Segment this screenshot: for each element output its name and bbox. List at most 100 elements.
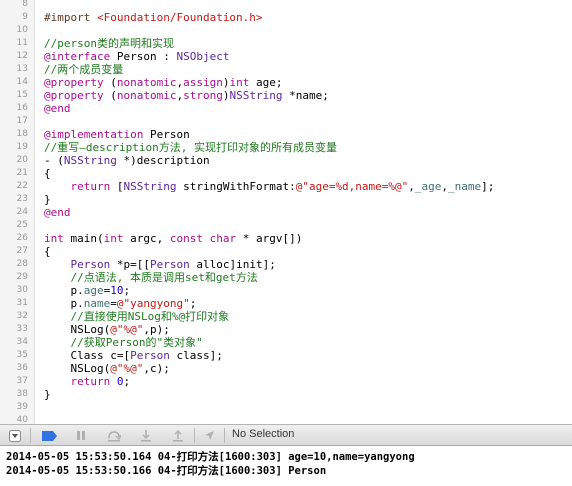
pause-icon[interactable] bbox=[74, 429, 88, 442]
code-token: @interface bbox=[44, 50, 111, 63]
code-line[interactable]: 22 return [NSString stringWithFormat:@"a… bbox=[0, 180, 572, 193]
code-line[interactable]: 25 bbox=[0, 219, 572, 232]
code-token: return bbox=[70, 375, 111, 388]
console-line: 2014-05-05 15:53:50.164 04-打印方法[1600:303… bbox=[6, 451, 415, 463]
console-line: 2014-05-05 15:53:50.166 04-打印方法[1600:303… bbox=[6, 465, 327, 477]
code-token: int bbox=[229, 76, 250, 89]
code-line[interactable]: 27 { bbox=[0, 245, 572, 258]
code-token: //直接使用NSLog和%@打印对象 bbox=[44, 310, 230, 323]
toolbar-separator bbox=[194, 428, 195, 443]
code-line[interactable]: 29 //点语法, 本质是调用set和get方法 bbox=[0, 271, 572, 284]
line-number: 10 bbox=[16, 25, 28, 35]
code-line[interactable]: 10 bbox=[0, 24, 572, 37]
code-token: ,p); bbox=[143, 323, 170, 336]
code-text: return [NSString stringWithFormat:@"age=… bbox=[44, 180, 495, 193]
code-token: const bbox=[169, 232, 203, 245]
code-token: ( bbox=[103, 89, 117, 102]
code-text: @interface Person : NSObject bbox=[44, 50, 229, 63]
code-token: _name bbox=[448, 180, 482, 193]
code-token: @property bbox=[44, 89, 104, 102]
line-number: 39 bbox=[16, 402, 28, 412]
code-line[interactable]: 36 NSLog(@"%@",c); bbox=[0, 362, 572, 375]
code-line[interactable]: 33 NSLog(@"%@",p); bbox=[0, 323, 572, 336]
code-line[interactable]: 26 int main(int argc, const char * argv[]… bbox=[0, 232, 572, 245]
code-token: @"%@" bbox=[110, 323, 144, 336]
code-line[interactable]: 18 @implementation Person bbox=[0, 128, 572, 141]
code-token: NSString bbox=[229, 89, 283, 102]
code-text: //直接使用NSLog和%@打印对象 bbox=[44, 310, 229, 323]
code-line[interactable]: 8 bbox=[0, 0, 572, 11]
code-text: //点语法, 本质是调用set和get方法 bbox=[44, 271, 258, 284]
code-line[interactable]: 11 //person类的声明和实现 bbox=[0, 37, 572, 50]
line-number: 37 bbox=[16, 376, 28, 386]
code-line[interactable]: 14 @property (nonatomic,assign)int age; bbox=[0, 76, 572, 89]
code-token: p. bbox=[44, 297, 84, 310]
code-token: assign bbox=[183, 76, 223, 89]
code-line[interactable]: 30 p.age=10; bbox=[0, 284, 572, 297]
code-token: * argv[]) bbox=[236, 232, 303, 245]
code-token: Person : bbox=[110, 50, 177, 63]
code-line[interactable]: 17 bbox=[0, 115, 572, 128]
code-text: p.age=10; bbox=[44, 284, 130, 297]
code-token: stringWithFormat: bbox=[176, 180, 296, 193]
code-token: p. bbox=[44, 284, 84, 297]
code-text: } bbox=[44, 388, 51, 401]
location-icon[interactable] bbox=[202, 429, 216, 442]
code-line[interactable]: 12 @interface Person : NSObject bbox=[0, 50, 572, 63]
code-text: p.name=@"yangyong"; bbox=[44, 297, 196, 310]
code-line[interactable]: 38} bbox=[0, 388, 572, 401]
code-text: { bbox=[44, 245, 51, 258]
code-token: } bbox=[44, 388, 51, 401]
step-over-icon[interactable] bbox=[106, 429, 122, 442]
code-line[interactable]: 15 @property (nonatomic,strong)NSString *… bbox=[0, 89, 572, 102]
code-token: int bbox=[44, 232, 64, 245]
code-token: argc, bbox=[123, 232, 170, 245]
code-line[interactable]: 40 bbox=[0, 414, 572, 424]
code-line[interactable]: 37 return 0; bbox=[0, 375, 572, 388]
code-line[interactable]: 34 //获取Person的"类对象" bbox=[0, 336, 572, 349]
code-token: ,c); bbox=[143, 362, 170, 375]
selection-label: No Selection bbox=[232, 428, 295, 440]
line-number: 13 bbox=[16, 64, 28, 74]
code-token: - ( bbox=[44, 154, 64, 167]
code-token: NSString bbox=[123, 180, 177, 193]
code-line[interactable]: 24 @end bbox=[0, 206, 572, 219]
code-token: strong bbox=[183, 89, 223, 102]
code-text: @end bbox=[44, 206, 71, 219]
disclosure-icon[interactable] bbox=[8, 429, 22, 442]
code-line[interactable]: 28 Person *p=[[Person alloc]init]; bbox=[0, 258, 572, 271]
code-token: //person类的声明和实现 bbox=[44, 37, 174, 50]
step-into-icon[interactable] bbox=[138, 429, 154, 442]
code-token: alloc]init]; bbox=[189, 258, 276, 271]
code-token: NSString bbox=[63, 154, 117, 167]
code-editor[interactable]: 8 9 #import <Foundation/Foundation.h> 10 11 /… bbox=[0, 0, 572, 424]
code-line[interactable]: 9 #import <Foundation/Foundation.h> bbox=[0, 11, 572, 24]
code-token: main( bbox=[63, 232, 104, 245]
code-line[interactable]: 23} bbox=[0, 193, 572, 206]
code-token: [ bbox=[110, 180, 124, 193]
code-line[interactable]: 39 bbox=[0, 401, 572, 414]
line-number: 9 bbox=[22, 12, 28, 22]
code-token: //重写—description方法, 实现打印对象的所有成员变量 bbox=[44, 141, 337, 154]
code-token: int bbox=[103, 232, 124, 245]
code-line[interactable]: 20 - (NSString *)description bbox=[0, 154, 572, 167]
code-line[interactable]: 31 p.name=@"yangyong"; bbox=[0, 297, 572, 310]
code-token: 0 bbox=[116, 375, 124, 388]
code-line[interactable]: 19 //重写—description方法, 实现打印对象的所有成员变量 bbox=[0, 141, 572, 154]
code-line[interactable]: 16 @end bbox=[0, 102, 572, 115]
code-line[interactable]: 35 Class c=[Person class]; bbox=[0, 349, 572, 362]
line-number: 40 bbox=[16, 415, 28, 424]
code-line[interactable]: 32 //直接使用NSLog和%@打印对象 bbox=[0, 310, 572, 323]
code-token: class]; bbox=[169, 349, 223, 362]
code-token: //点语法, 本质是调用set和get方法 bbox=[44, 271, 258, 284]
breakpoints-icon[interactable] bbox=[42, 429, 58, 442]
code-token: return bbox=[70, 180, 111, 193]
console-output[interactable]: 2014-05-05 15:53:50.164 04-打印方法[1600:303… bbox=[0, 446, 572, 486]
code-line[interactable]: 13 //两个成员变量 bbox=[0, 63, 572, 76]
code-line[interactable]: 21 { bbox=[0, 167, 572, 180]
step-out-icon[interactable] bbox=[170, 429, 186, 442]
line-number: 23 bbox=[16, 194, 28, 204]
